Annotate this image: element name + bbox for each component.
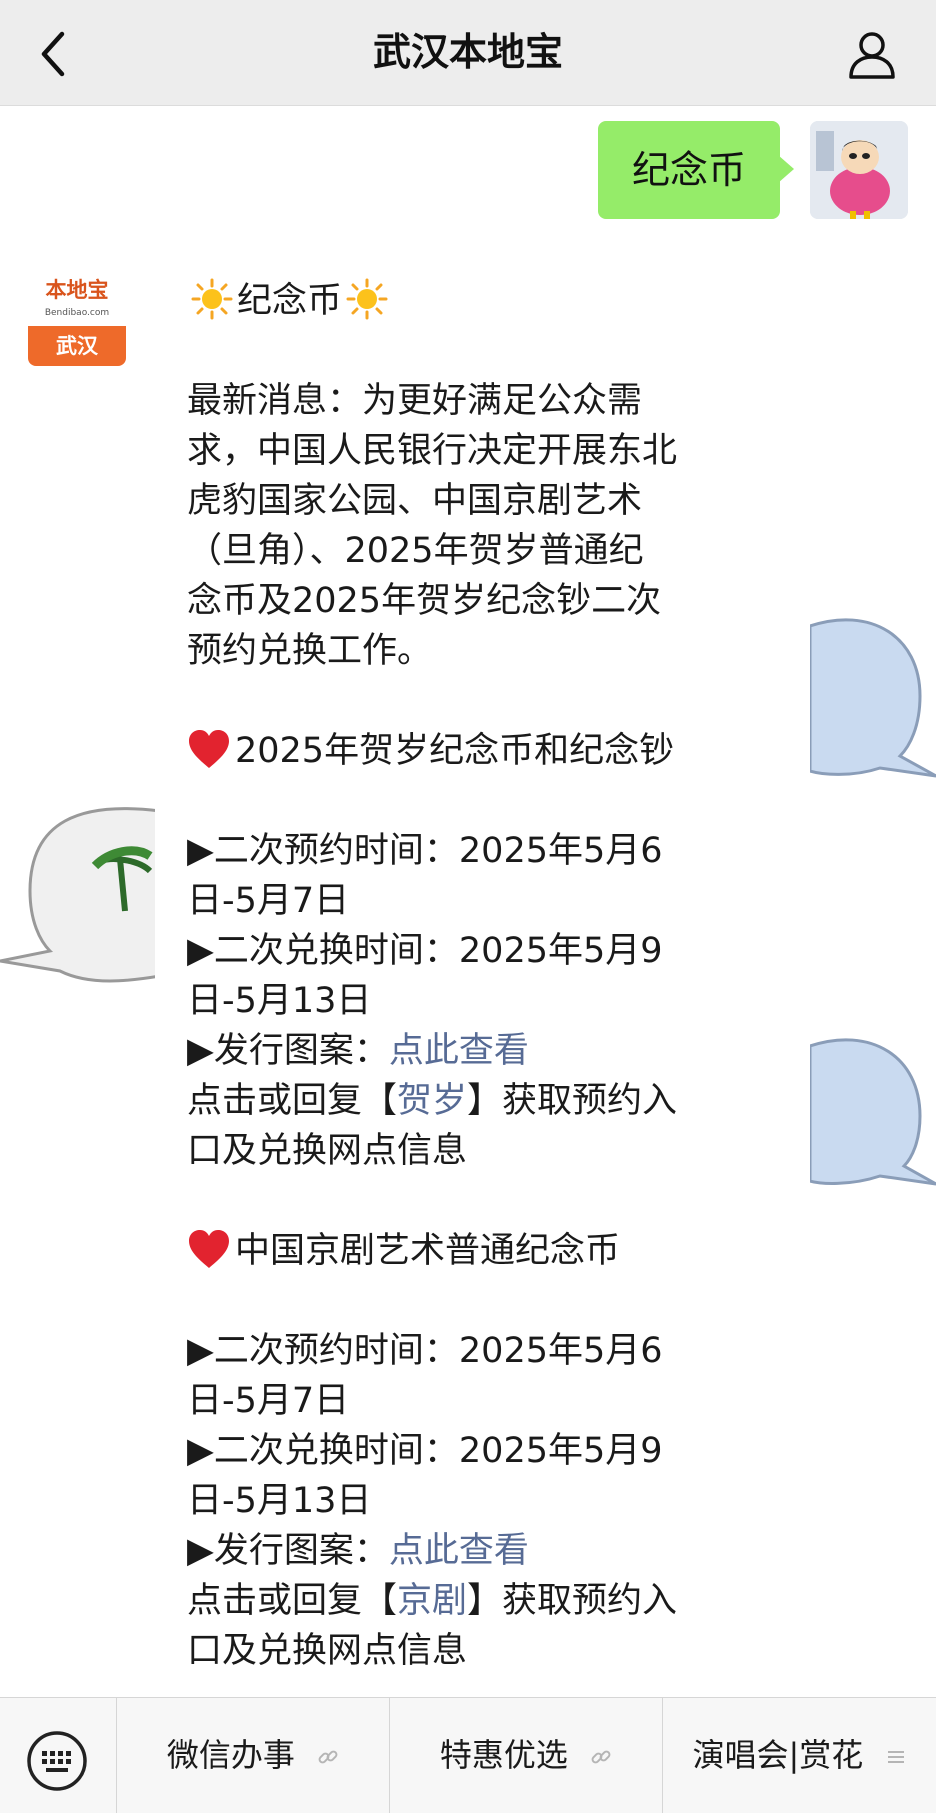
reply-title: 纪念币 — [237, 281, 343, 321]
account-logo-subtext: Bendibao.com — [44, 308, 110, 318]
keyword-link-hesui[interactable]: 贺岁 — [397, 1081, 467, 1121]
design-row: ▶发行图案：点此查看 — [187, 1031, 529, 1071]
sun-icon — [346, 278, 388, 320]
exchange-time: 日-5月13日 — [187, 1481, 372, 1521]
design-link[interactable]: 点此查看 — [389, 1531, 529, 1571]
exchange-time: ▶二次兑换时间：2025年5月9 — [187, 1431, 663, 1471]
intro-line: 念币及2025年贺岁纪念钞二次 — [187, 581, 662, 621]
heart-icon — [189, 1230, 229, 1268]
appointment-time: ▶二次预约时间：2025年5月6 — [187, 1331, 663, 1371]
heart-icon — [189, 730, 229, 768]
intro-line: 最新消息：为更好满足公众需 — [187, 381, 643, 421]
intro-line: 预约兑换工作。 — [187, 631, 433, 671]
cartoon-avatar-image — [810, 121, 908, 219]
account-logo-city: 武汉 — [28, 326, 126, 366]
menu-item-weixin-banshi[interactable]: 微信办事 — [116, 1698, 389, 1813]
nav-bar: 武汉本地宝 — [0, 0, 936, 106]
link-icon — [591, 1750, 611, 1764]
reply-keyword-row: 点击或回复【京剧】获取预约入 — [187, 1581, 678, 1621]
menu-item-concert-flowers[interactable]: 演唱会|赏花 — [662, 1698, 936, 1813]
design-link[interactable]: 点此查看 — [389, 1031, 529, 1071]
intro-line: 求，中国人民银行决定开展东北 — [187, 431, 678, 471]
decorative-bubble-right-top — [810, 618, 936, 778]
section-heading: 中国京剧艺术普通纪念币 — [187, 1226, 747, 1276]
decorative-bubble-left — [0, 807, 160, 983]
reply-keyword-row-2: 口及兑换网点信息 — [187, 1631, 468, 1671]
appointment-time: ▶二次预约时间：2025年5月6 — [187, 831, 663, 871]
menu-item-label: 特惠优选 — [439, 1736, 568, 1774]
menu-item-label: 演唱会|赏花 — [692, 1736, 864, 1774]
reply-text-body: 纪念币 最新消息：为更好满足公众需 求，中国人民银行决定开展东北 虎豹国家公园、… — [187, 276, 747, 1676]
page-title: 武汉本地宝 — [372, 30, 563, 74]
reply-title-line: 纪念币 — [187, 276, 747, 326]
intro-line: （旦角）、2025年贺岁普通纪 — [187, 531, 644, 571]
menu-icon — [888, 1751, 905, 1763]
user-message-bubble[interactable]: 纪念币 — [597, 121, 795, 219]
intro-line: 虎豹国家公园、中国京剧艺术 — [187, 481, 643, 521]
design-row: ▶发行图案：点此查看 — [187, 1531, 529, 1571]
account-logo-text: 本地宝 — [45, 277, 109, 302]
keyword-link-jingju[interactable]: 京剧 — [397, 1581, 467, 1621]
user-message-text: 纪念币 — [631, 148, 746, 192]
section-heading: 2025年贺岁纪念币和纪念钞 — [187, 726, 747, 776]
link-icon — [318, 1750, 338, 1764]
user-avatar[interactable] — [810, 121, 908, 219]
reply-keyword-row-2: 口及兑换网点信息 — [187, 1131, 468, 1171]
menu-item-label: 微信办事 — [166, 1736, 295, 1774]
keyboard-icon[interactable] — [26, 1730, 88, 1792]
sun-icon — [191, 278, 233, 320]
reply-keyword-row: 点击或回复【贺岁】获取预约入 — [187, 1081, 678, 1121]
decorative-bubble-right-bottom — [810, 1038, 936, 1186]
chat-area: 纪念币 本地宝 Bendibao.com 武汉 纪念币 最新消息：为更好满足公众… — [0, 106, 936, 1696]
appointment-time: 日-5月7日 — [187, 1381, 350, 1421]
reply-message: 纪念币 最新消息：为更好满足公众需 求，中国人民银行决定开展东北 虎豹国家公园、… — [155, 246, 810, 1696]
menu-item-tehui-youxuan[interactable]: 特惠优选 — [389, 1698, 662, 1813]
exchange-time: ▶二次兑换时间：2025年5月9 — [187, 931, 663, 971]
bottom-menu-bar: 微信办事 特惠优选 演唱会|赏花 — [0, 1697, 936, 1813]
exchange-time: 日-5月13日 — [187, 981, 372, 1021]
appointment-time: 日-5月7日 — [187, 881, 350, 921]
user-profile-icon[interactable] — [846, 28, 898, 80]
account-avatar[interactable]: 本地宝 Bendibao.com 武汉 — [28, 268, 126, 366]
